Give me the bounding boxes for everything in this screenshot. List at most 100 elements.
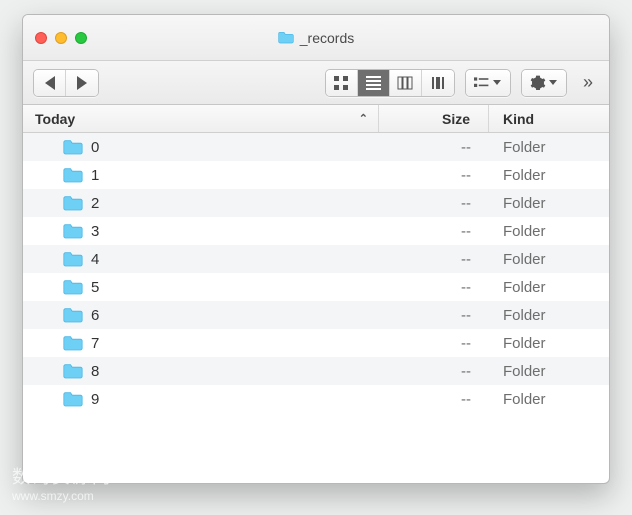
folder-icon [63, 307, 83, 323]
view-list-button[interactable] [358, 70, 390, 96]
table-row[interactable]: 2 --Folder [23, 189, 609, 217]
cell-size: -- [379, 195, 489, 212]
file-name: 2 [91, 195, 99, 212]
chevron-down-icon [549, 80, 557, 85]
table-row[interactable]: 8 --Folder [23, 357, 609, 385]
file-name: 9 [91, 391, 99, 408]
folder-icon [63, 391, 83, 407]
cell-size: -- [379, 335, 489, 352]
file-name: 0 [91, 139, 99, 156]
finder-window: _records [22, 14, 610, 484]
table-row[interactable]: 3--Folder [23, 217, 609, 245]
back-button[interactable] [34, 70, 66, 96]
toolbar: » [23, 61, 609, 105]
columns-icon [397, 75, 413, 91]
cell-name: 3 [23, 223, 379, 240]
table-row[interactable]: 4 --Folder [23, 245, 609, 273]
cell-size: -- [379, 391, 489, 408]
cell-size: -- [379, 223, 489, 240]
table-row[interactable]: 9 --Folder [23, 385, 609, 413]
table-row[interactable]: 6--Folder [23, 301, 609, 329]
table-row[interactable]: 7 --Folder [23, 329, 609, 357]
column-header-kind-label: Kind [503, 111, 534, 127]
folder-icon [278, 31, 294, 44]
cell-name: 9 [23, 391, 379, 408]
cell-kind: Folder [489, 363, 609, 380]
chevron-down-icon [493, 80, 501, 85]
cell-size: -- [379, 139, 489, 156]
file-name: 1 [91, 167, 99, 184]
folder-icon [63, 223, 83, 239]
chevron-double-right-icon: » [583, 72, 593, 92]
file-name: 8 [91, 363, 99, 380]
file-name: 5 [91, 279, 99, 296]
close-window-button[interactable] [35, 32, 47, 44]
cell-name: 6 [23, 307, 379, 324]
cell-name: 4 [23, 251, 379, 268]
window-title-text: _records [300, 30, 354, 46]
view-gallery-button[interactable] [422, 70, 454, 96]
cell-name: 5 [23, 279, 379, 296]
column-headers: Today ⌃ Size Kind [23, 105, 609, 133]
file-name: 7 [91, 335, 99, 352]
cell-kind: Folder [489, 223, 609, 240]
toolbar-overflow-button[interactable]: » [577, 72, 599, 93]
cell-name: 0 [23, 139, 379, 156]
folder-icon [63, 139, 83, 155]
view-mode-seg [325, 69, 455, 97]
folder-icon [63, 251, 83, 267]
watermark-line1: 数码资源网 [12, 463, 112, 489]
cell-size: -- [379, 167, 489, 184]
cell-name: 2 [23, 195, 379, 212]
window-title: _records [23, 30, 609, 46]
window-controls [35, 32, 87, 44]
view-column-button[interactable] [390, 70, 422, 96]
watermark-line2: www.smzy.com [12, 489, 112, 503]
cell-kind: Folder [489, 195, 609, 212]
group-seg [465, 69, 511, 97]
cell-size: -- [379, 307, 489, 324]
folder-icon [63, 363, 83, 379]
column-header-size[interactable]: Size [379, 105, 489, 132]
cell-name: 7 [23, 335, 379, 352]
cell-size: -- [379, 279, 489, 296]
cell-name: 1 [23, 167, 379, 184]
table-row[interactable]: 5 --Folder [23, 273, 609, 301]
cell-kind: Folder [489, 139, 609, 156]
cell-size: -- [379, 251, 489, 268]
table-row[interactable]: 0 --Folder [23, 133, 609, 161]
table-row[interactable]: 1 --Folder [23, 161, 609, 189]
gallery-icon [430, 75, 446, 91]
column-header-name[interactable]: Today ⌃ [23, 105, 379, 132]
cell-name: 8 [23, 363, 379, 380]
cell-kind: Folder [489, 251, 609, 268]
sort-indicator-icon: ⌃ [359, 112, 368, 125]
file-list[interactable]: 0--Folder1--Folder2--Folder3--Folder4--F… [23, 133, 609, 483]
folder-icon [63, 167, 83, 183]
cell-kind: Folder [489, 279, 609, 296]
cell-kind: Folder [489, 307, 609, 324]
group-by-button[interactable] [466, 70, 510, 96]
nav-seg [33, 69, 99, 97]
minimize-window-button[interactable] [55, 32, 67, 44]
cell-kind: Folder [489, 335, 609, 352]
maximize-window-button[interactable] [75, 32, 87, 44]
grid-icon [333, 75, 349, 91]
gear-icon [530, 75, 546, 91]
action-seg [521, 69, 567, 97]
forward-button[interactable] [66, 70, 98, 96]
cell-size: -- [379, 363, 489, 380]
column-header-size-label: Size [442, 111, 470, 127]
chevron-left-icon [45, 76, 55, 90]
cell-kind: Folder [489, 167, 609, 184]
action-menu-button[interactable] [522, 70, 566, 96]
cell-kind: Folder [489, 391, 609, 408]
chevron-right-icon [77, 76, 87, 90]
file-name: 4 [91, 251, 99, 268]
folder-icon [63, 195, 83, 211]
group-icon [474, 75, 490, 91]
column-header-kind[interactable]: Kind [489, 105, 609, 132]
view-icon-button[interactable] [326, 70, 358, 96]
column-header-name-label: Today [35, 111, 75, 127]
folder-icon [63, 335, 83, 351]
